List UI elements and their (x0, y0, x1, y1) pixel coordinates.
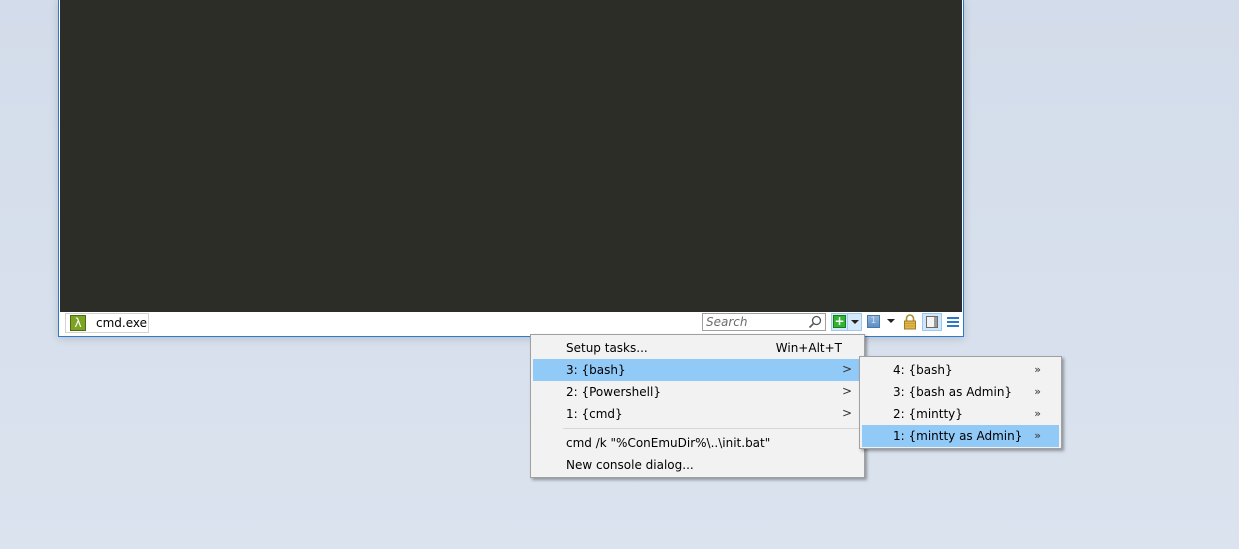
chevron-right-icon: > (841, 384, 852, 398)
lock-button[interactable] (902, 313, 918, 331)
split-pane-icon (926, 316, 938, 328)
menu-line (947, 321, 959, 323)
chevron-right-icon: > (841, 362, 852, 376)
menu-line (947, 325, 959, 327)
menu-item-cmd[interactable]: 1: {cmd} > (533, 403, 862, 425)
menu-item-label: 3: {bash as Admin} (893, 385, 1013, 399)
search-box[interactable] (702, 313, 826, 331)
submenu-item-bash[interactable]: 4: {bash} » (862, 359, 1059, 381)
tab-label: cmd.exe (96, 316, 148, 330)
menu-line (947, 317, 959, 319)
menu-item-shortcut: Win+Alt+T (775, 341, 842, 355)
tab-bar: λ cmd.exe + 1 (60, 312, 962, 336)
menu-item-label: 3: {bash} (566, 363, 626, 377)
active-console-button[interactable]: 1 (866, 313, 882, 331)
menu-item-label: 2: {Powershell} (566, 385, 661, 399)
new-console-menu: Setup tasks... Win+Alt+T 3: {bash} > 2: … (530, 334, 865, 478)
double-chevron-right-icon: » (1034, 407, 1041, 420)
chevron-right-icon: > (841, 406, 852, 420)
menu-item-label: 2: {mintty} (893, 407, 963, 421)
main-menu-button[interactable] (945, 313, 961, 331)
menu-item-label: cmd /k "%ConEmuDir%\..\init.bat" (566, 436, 771, 450)
search-icon[interactable] (808, 315, 822, 329)
new-console-dropdown-button[interactable] (848, 313, 862, 331)
split-view-button[interactable] (922, 313, 942, 331)
lock-icon (904, 314, 916, 330)
submenu-item-mintty-admin[interactable]: 1: {mintty as Admin} » (862, 425, 1059, 447)
double-chevron-right-icon: » (1034, 429, 1041, 442)
menu-item-label: 1: {cmd} (566, 407, 623, 421)
submenu-item-mintty[interactable]: 2: {mintty} » (862, 403, 1059, 425)
menu-item-new-console-dialog[interactable]: New console dialog... (533, 454, 862, 476)
menu-separator (563, 428, 861, 429)
menu-item-setup-tasks[interactable]: Setup tasks... Win+Alt+T (533, 337, 862, 359)
menu-item-powershell[interactable]: 2: {Powershell} > (533, 381, 862, 403)
search-input[interactable] (706, 315, 806, 329)
menu-item-label: 1: {mintty as Admin} (893, 429, 1023, 443)
menu-item-init-bat[interactable]: cmd /k "%ConEmuDir%\..\init.bat" (533, 432, 862, 454)
double-chevron-right-icon: » (1034, 363, 1041, 376)
active-console-dropdown-button[interactable] (884, 313, 896, 331)
chevron-down-icon (887, 319, 895, 323)
lambda-icon: λ (70, 315, 86, 331)
menu-item-label: New console dialog... (566, 458, 694, 472)
tab-cmd[interactable]: λ cmd.exe (65, 313, 149, 333)
menu-item-label: 4: {bash} (893, 363, 953, 377)
menu-item-label: Setup tasks... (566, 341, 648, 355)
conemu-window: λ cmd.exe + 1 (58, 0, 964, 337)
submenu-item-bash-admin[interactable]: 3: {bash as Admin} » (862, 381, 1059, 403)
console-area[interactable] (60, 0, 962, 312)
console-number-icon: 1 (867, 315, 880, 328)
chevron-down-icon (851, 320, 859, 324)
new-console-button[interactable]: + (831, 313, 848, 331)
bash-submenu: 4: {bash} » 3: {bash as Admin} » 2: {min… (859, 356, 1062, 449)
double-chevron-right-icon: » (1034, 385, 1041, 398)
plus-icon: + (833, 314, 846, 328)
menu-item-bash[interactable]: 3: {bash} > (533, 359, 862, 381)
